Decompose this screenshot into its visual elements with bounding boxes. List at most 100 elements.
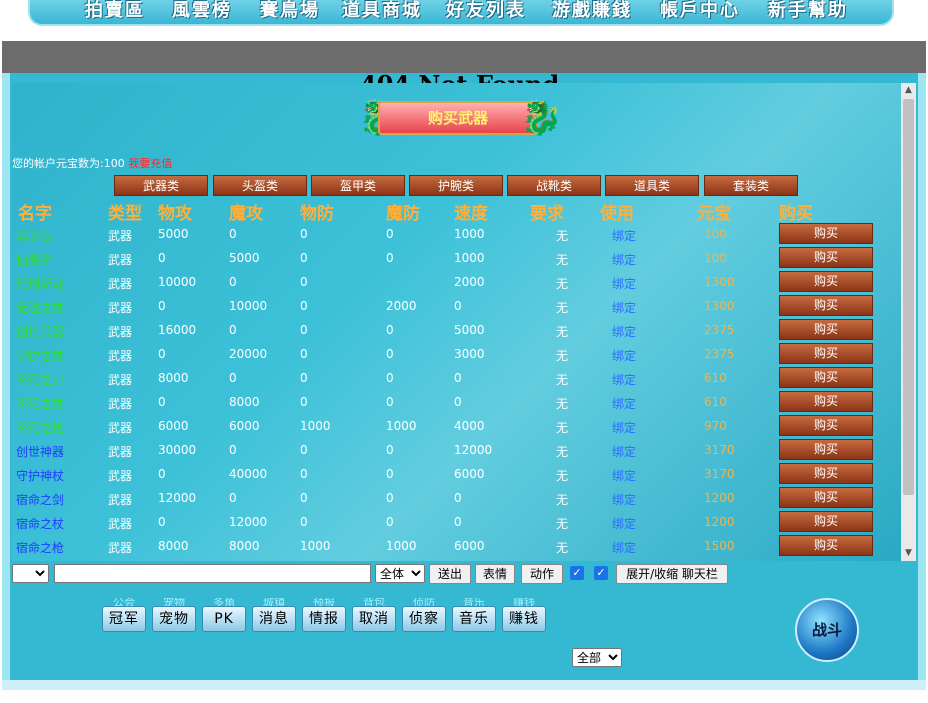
cell-use[interactable]: 绑定: [612, 515, 636, 532]
pk-button[interactable]: PK: [202, 606, 246, 632]
cell-name[interactable]: 创世神器: [16, 443, 64, 460]
buy-button[interactable]: 购买: [779, 367, 873, 388]
scroll-up-icon[interactable]: ▲: [901, 83, 916, 98]
cell-name[interactable]: 死刑斩戟: [16, 275, 64, 292]
tab-armor[interactable]: 盔甲类: [311, 175, 405, 196]
champion-button[interactable]: 冠军: [102, 606, 146, 632]
chat-target-select[interactable]: [12, 564, 49, 583]
intel-button[interactable]: 情报: [302, 606, 346, 632]
tab-weapon[interactable]: 武器类: [114, 175, 208, 196]
cell-name[interactable]: 宿命之枪: [16, 539, 64, 556]
pet-button[interactable]: 宠物: [152, 606, 196, 632]
cell-name[interactable]: 仙魔掌: [16, 251, 52, 268]
cell-patk: 8000: [158, 539, 189, 553]
cell-name[interactable]: 蒲子心: [16, 227, 52, 244]
scroll-thumb[interactable]: [903, 99, 914, 495]
cell-use[interactable]: 绑定: [612, 443, 636, 460]
nav-account[interactable]: 帳戶中心: [660, 0, 740, 24]
buy-button[interactable]: 购买: [779, 463, 873, 484]
header-requirement: 要求: [530, 204, 564, 224]
buy-button[interactable]: 购买: [779, 343, 873, 364]
scroll-down-icon[interactable]: ▼: [901, 546, 916, 561]
tab-helmet[interactable]: 头盔类: [213, 175, 307, 196]
buy-button[interactable]: 购买: [779, 319, 873, 340]
chat-checkbox-1[interactable]: ✓: [570, 566, 584, 580]
table-row: 不死之刃 武器 8000 0 0 0 0 无 绑定 610 购买: [12, 367, 901, 391]
tab-bracer[interactable]: 护腕类: [409, 175, 503, 196]
bottom-button-message[interactable]: 城镇 消息: [252, 598, 296, 634]
cell-use[interactable]: 绑定: [612, 395, 636, 412]
cell-use[interactable]: 绑定: [612, 467, 636, 484]
cell-use[interactable]: 绑定: [612, 323, 636, 340]
buy-button[interactable]: 购买: [779, 535, 873, 556]
cell-use[interactable]: 绑定: [612, 299, 636, 316]
nav-ranking[interactable]: 風雲榜: [172, 0, 232, 24]
cell-use[interactable]: 绑定: [612, 371, 636, 388]
buy-button[interactable]: 购买: [779, 439, 873, 460]
cell-use[interactable]: 绑定: [612, 347, 636, 364]
cell-req: 无: [556, 349, 569, 363]
cell-name[interactable]: 宿命之杖: [16, 515, 64, 532]
cell-use[interactable]: 绑定: [612, 539, 636, 556]
earn-button[interactable]: 赚钱: [502, 606, 546, 632]
bottom-button-music[interactable]: 音乐 音乐: [452, 598, 496, 634]
cell-name[interactable]: 守护之杖: [16, 347, 64, 364]
nav-bird-race[interactable]: 賽鳥場: [260, 0, 320, 24]
scout-button[interactable]: 侦察: [402, 606, 446, 632]
nav-help[interactable]: 新手幫助: [768, 0, 848, 24]
cell-req: 无: [556, 541, 569, 555]
top-nav-bar: 拍賣區 風雲榜 賽鳥場 道具商城 好友列表 游戲賺錢 帳戶中心 新手幫助: [28, 0, 894, 26]
vertical-scrollbar[interactable]: ▲ ▼: [901, 83, 916, 561]
cancel-button[interactable]: 取消: [352, 606, 396, 632]
bottom-filter-select[interactable]: 全部: [572, 648, 622, 667]
cell-name[interactable]: 不死之刃: [16, 371, 64, 388]
bottom-button-cancel[interactable]: 背包 取消: [352, 598, 396, 634]
chat-input[interactable]: [54, 564, 371, 583]
tab-set[interactable]: 套装类: [704, 175, 798, 196]
fight-button[interactable]: 战斗: [795, 598, 859, 662]
bottom-button-scout[interactable]: 侦防 侦察: [402, 598, 446, 634]
table-row: 宿命之枪 武器 8000 8000 1000 1000 6000 无 绑定 1500 购买: [12, 535, 901, 559]
toggle-chat-button[interactable]: 展开/收缩 聊天栏: [616, 564, 728, 584]
cell-name[interactable]: 无瞳之杖: [16, 299, 64, 316]
nav-earn-money[interactable]: 游戲賺錢: [552, 0, 632, 24]
cell-use[interactable]: 绑定: [612, 227, 636, 244]
nav-auction[interactable]: 拍賣區: [85, 0, 145, 24]
cell-name[interactable]: 不死之杖: [16, 395, 64, 412]
buy-button[interactable]: 购买: [779, 391, 873, 412]
emote-button[interactable]: 表情: [475, 564, 515, 584]
chat-scope-select[interactable]: 全体: [375, 564, 425, 583]
buy-button[interactable]: 购买: [779, 487, 873, 508]
recharge-link[interactable]: 我要充值: [128, 157, 172, 170]
cell-use[interactable]: 绑定: [612, 491, 636, 508]
bottom-button-intel[interactable]: 预报 情报: [302, 598, 346, 634]
action-button[interactable]: 动作: [521, 564, 563, 584]
cell-name[interactable]: 创世兵器: [16, 323, 64, 340]
nav-friends[interactable]: 好友列表: [446, 0, 526, 24]
cell-use[interactable]: 绑定: [612, 251, 636, 268]
buy-button[interactable]: 购买: [779, 295, 873, 316]
bottom-button-earn[interactable]: 赚钱 赚钱: [502, 598, 546, 634]
cell-name[interactable]: 不死之枪: [16, 419, 64, 436]
cell-name[interactable]: 守护神杖: [16, 467, 64, 484]
buy-button[interactable]: 购买: [779, 511, 873, 532]
cell-use[interactable]: 绑定: [612, 275, 636, 292]
buy-button[interactable]: 购买: [779, 271, 873, 292]
cell-type: 武器: [108, 517, 133, 531]
tab-boots[interactable]: 战靴类: [507, 175, 601, 196]
chat-checkbox-2[interactable]: ✓: [594, 566, 608, 580]
music-button[interactable]: 音乐: [452, 606, 496, 632]
bottom-button-pk[interactable]: 多角 PK: [202, 598, 246, 634]
cell-use[interactable]: 绑定: [612, 419, 636, 436]
buy-button[interactable]: 购买: [779, 247, 873, 268]
cell-name[interactable]: 宿命之剑: [16, 491, 64, 508]
buy-button[interactable]: 购买: [779, 415, 873, 436]
send-button[interactable]: 送出: [429, 564, 471, 584]
buy-button[interactable]: 购买: [779, 223, 873, 244]
nav-item-mall[interactable]: 道具商城: [342, 0, 422, 24]
message-button[interactable]: 消息: [252, 606, 296, 632]
tab-items[interactable]: 道具类: [605, 175, 699, 196]
bottom-button-champion[interactable]: 公会 冠军: [102, 598, 146, 634]
cell-req: 无: [556, 253, 569, 267]
bottom-button-pet[interactable]: 宠物 宠物: [152, 598, 196, 634]
